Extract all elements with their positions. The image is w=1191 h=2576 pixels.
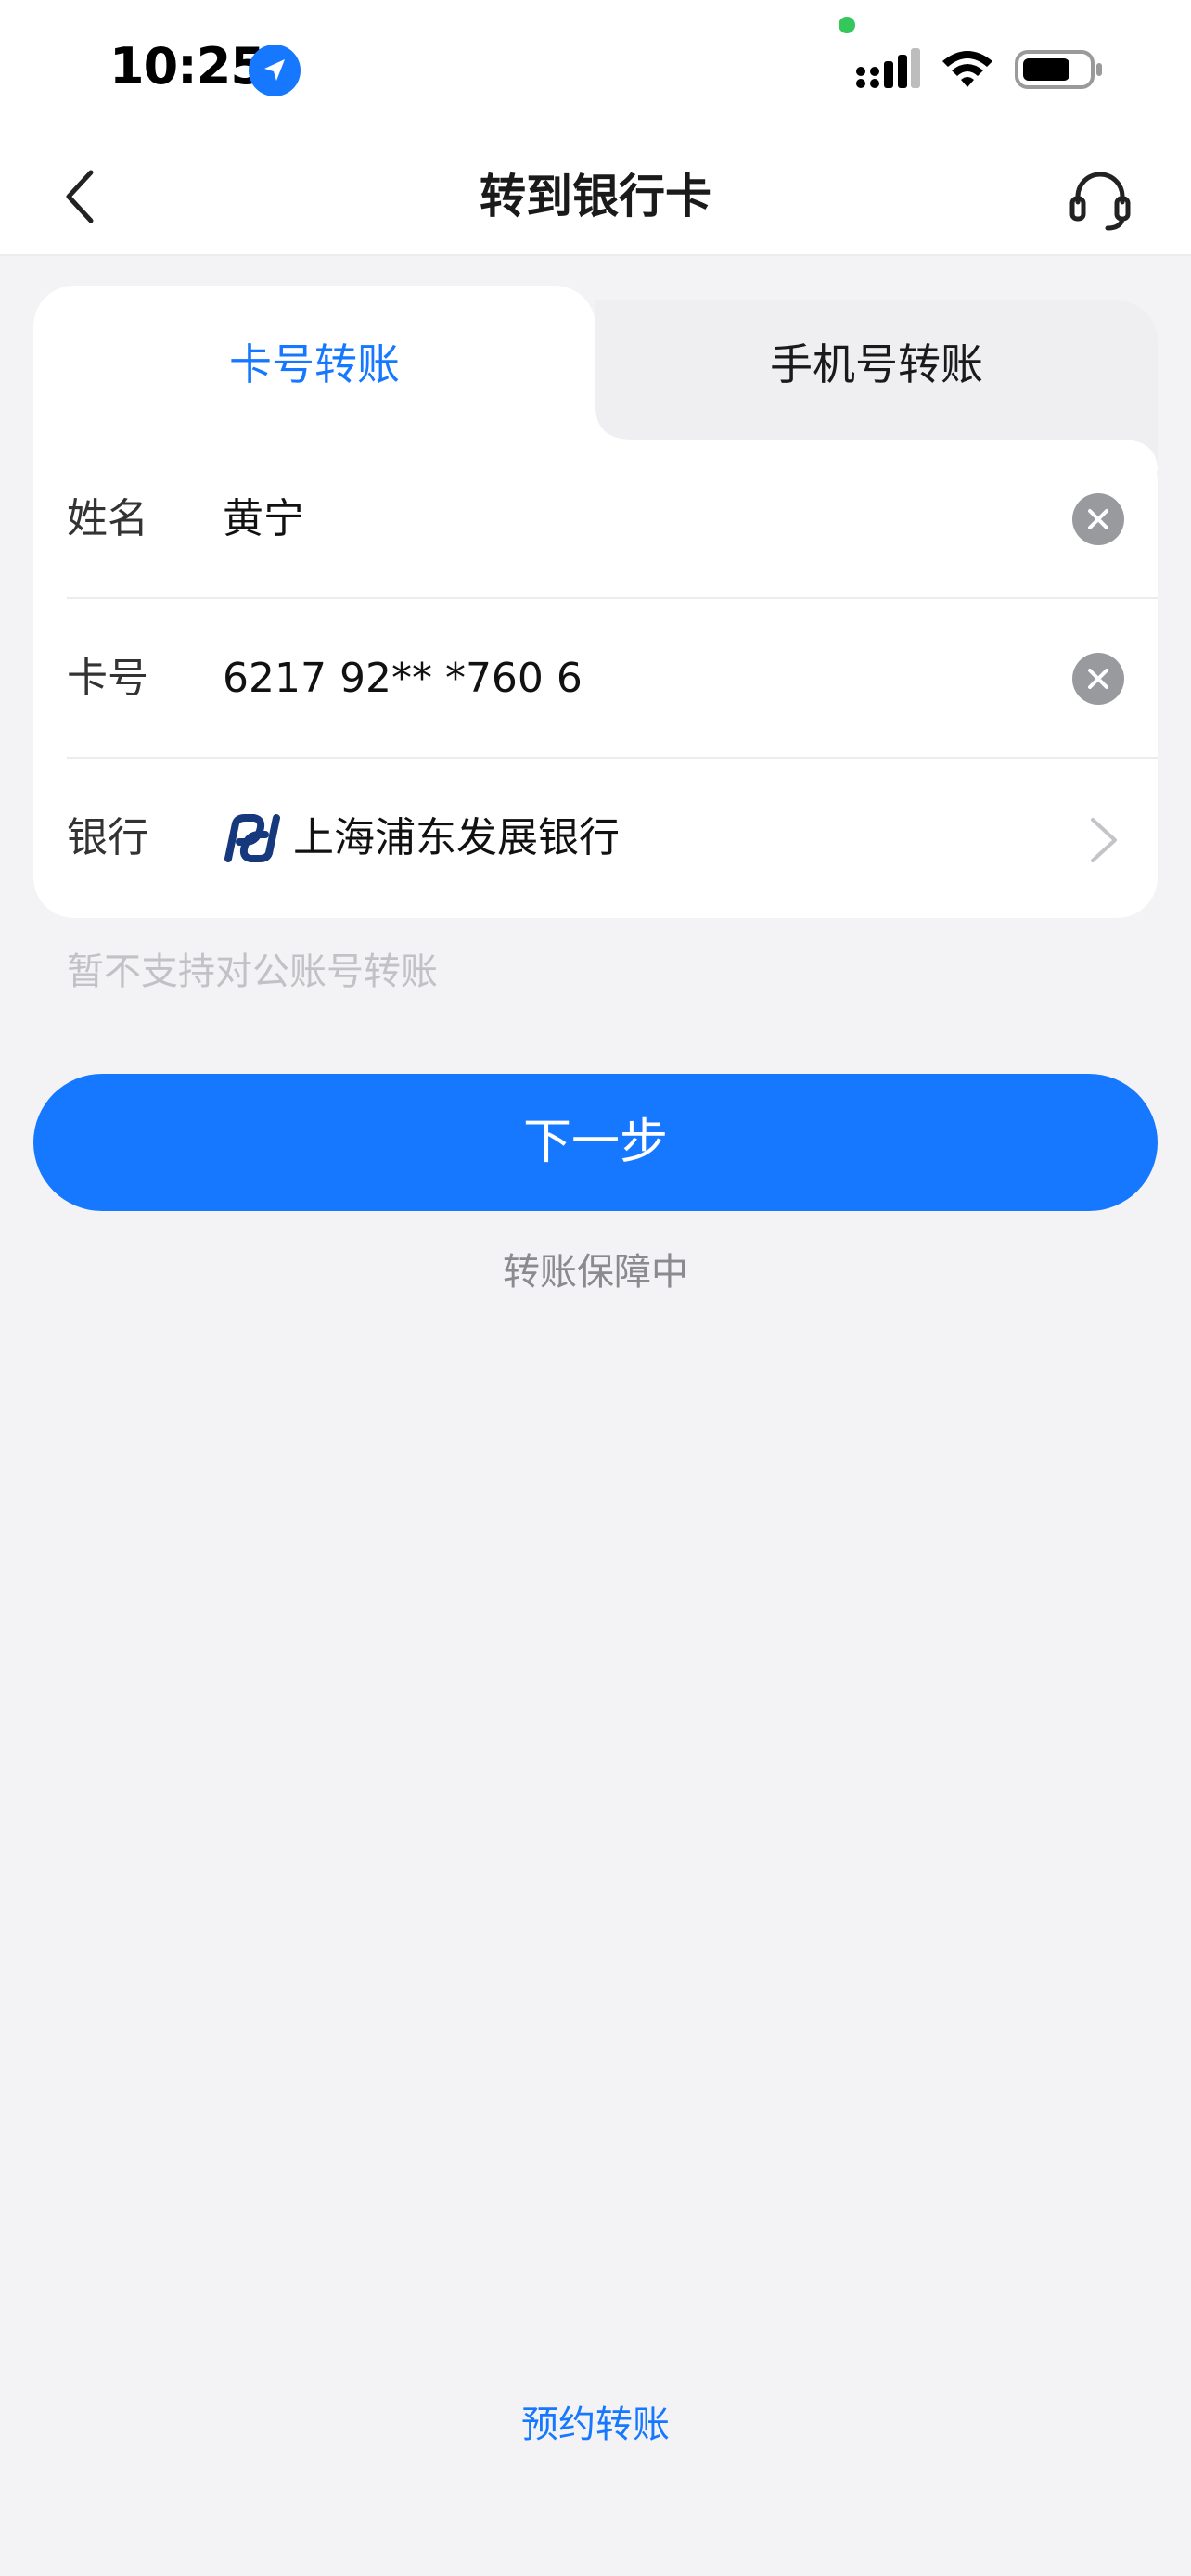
card-number-row: 卡号 6217 92** *760 6 bbox=[33, 599, 1158, 759]
close-icon bbox=[1088, 669, 1108, 689]
status-bar: 10:25 bbox=[0, 0, 1191, 139]
cellular-signal-icon bbox=[856, 48, 920, 88]
name-label: 姓名 bbox=[67, 495, 148, 542]
card-number-label: 卡号 bbox=[67, 655, 148, 702]
battery-icon bbox=[1015, 50, 1102, 89]
close-icon bbox=[1088, 509, 1108, 529]
nav-bar: 转到银行卡 bbox=[0, 139, 1191, 256]
next-step-button[interactable]: 下一步 bbox=[33, 1074, 1158, 1211]
status-time: 10:25 bbox=[109, 37, 265, 96]
wifi-icon bbox=[942, 51, 992, 87]
scheduled-transfer-link[interactable]: 预约转账 bbox=[0, 2396, 1191, 2454]
page-title: 转到银行卡 bbox=[480, 170, 711, 223]
tab-curve-decoration bbox=[596, 406, 1158, 471]
transfer-guarantee-text: 转账保障中 bbox=[503, 1251, 688, 1294]
customer-support-button[interactable] bbox=[1061, 161, 1139, 239]
transfer-form-card: 卡号转账 手机号转账 姓名 黄宁 卡号 6217 92** *760 6 银行 … bbox=[33, 286, 1158, 918]
form-body: 姓名 黄宁 卡号 6217 92** *760 6 银行 上海浦东发展银行 bbox=[33, 440, 1158, 918]
transfer-to-bank-card-screen: 10:25 转到银行卡 卡号转账 手机号转账 姓名 黄宁 卡号 6217 92*… bbox=[0, 0, 1191, 2576]
tab-label: 手机号转账 bbox=[770, 339, 983, 389]
spd-bank-logo-icon bbox=[224, 814, 280, 862]
location-arrow-icon bbox=[249, 45, 301, 96]
camera-indicator-dot bbox=[839, 17, 855, 33]
bank-name: 上海浦东发展银行 bbox=[293, 814, 620, 861]
headset-icon bbox=[1069, 172, 1131, 231]
card-number-input[interactable]: 6217 92** *760 6 bbox=[223, 647, 583, 710]
clear-name-button[interactable] bbox=[1072, 493, 1124, 545]
name-input[interactable]: 黄宁 bbox=[223, 488, 304, 551]
corporate-account-hint: 暂不支持对公账号转账 bbox=[67, 950, 438, 993]
bank-label: 银行 bbox=[67, 814, 148, 861]
tab-label: 卡号转账 bbox=[229, 339, 400, 389]
bank-row[interactable]: 银行 上海浦东发展银行 bbox=[33, 759, 1158, 918]
chevron-right-icon bbox=[1091, 818, 1117, 862]
clear-card-number-button[interactable] bbox=[1072, 653, 1124, 705]
